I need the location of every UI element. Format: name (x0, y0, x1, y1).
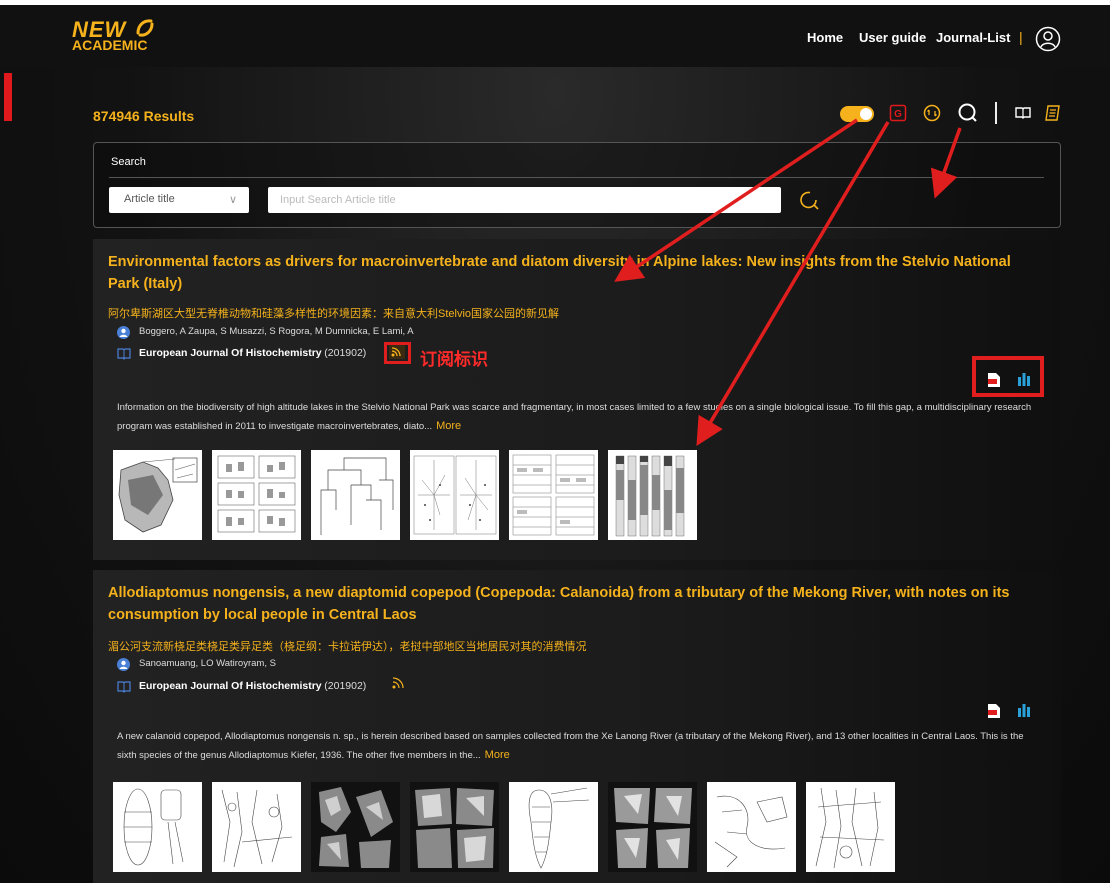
article-title-cn[interactable]: 湄公河支流新桡足类桡足类异足类（桡足纲：卡拉诺伊达），老挝中部地区当地居民对其的… (108, 638, 587, 654)
search-field-selected: Article title (124, 193, 175, 205)
figure-thumbnail[interactable] (806, 782, 895, 872)
more-link[interactable]: More (485, 749, 510, 761)
book-icon[interactable] (1014, 104, 1032, 122)
journal-book-icon (117, 681, 131, 693)
article-journal: European Journal Of Histochemistry (2019… (117, 680, 417, 696)
abstract-text: Information on the biodiversity of high … (117, 402, 1032, 432)
annotation-label: 订阅标识 (420, 350, 488, 369)
figure-thumbnail[interactable] (410, 782, 499, 872)
article-authors: Boggero, A Zaupa, S Musazzi, S Rogora, M… (117, 326, 617, 340)
publish-year: (201902) (324, 680, 367, 692)
article-actions (979, 701, 1039, 721)
article-card: Allodiaptomus nongensis, a new diaptomid… (93, 570, 1061, 883)
user-account-icon[interactable] (1035, 26, 1061, 52)
authors-text: Sanoamuang, LO Watiroyram, S (139, 658, 276, 669)
top-navigation-bar: NEW ACADEMIC Home User guide Journal-Lis… (0, 5, 1110, 67)
figure-thumbnails (113, 782, 913, 872)
article-title[interactable]: Allodiaptomus nongensis, a new diaptomid… (108, 582, 1038, 626)
more-link[interactable]: More (436, 420, 461, 432)
publish-year: (201902) (324, 347, 367, 359)
author-icon (117, 658, 130, 671)
nav-user-guide-link[interactable]: User guide (859, 30, 926, 45)
article-title[interactable]: Environmental factors as drivers for mac… (108, 251, 1038, 295)
figure-thumbnail[interactable] (311, 450, 400, 540)
view-toggle-switch[interactable] (840, 106, 874, 122)
annotation-box-actions (972, 356, 1044, 397)
brand-swirl-icon (136, 19, 154, 37)
article-card: Environmental factors as drivers for mac… (93, 239, 1061, 560)
figure-thumbnail[interactable] (509, 782, 598, 872)
article-journal: European Journal Of Histochemistry (2019… (117, 347, 417, 363)
abstract-text: A new calanoid copepod, Allodiaptomus no… (117, 731, 1024, 761)
results-count: 874946 Results (93, 108, 195, 124)
figure-thumbnail[interactable] (608, 450, 697, 540)
annotation-box-rss (384, 342, 411, 364)
app-frame: NEW ACADEMIC Home User guide Journal-Lis… (0, 5, 1110, 883)
search-field-select[interactable]: Article title ∨ (109, 187, 249, 213)
figure-thumbnail[interactable] (410, 450, 499, 540)
article-abstract: A new calanoid copepod, Allodiaptomus no… (117, 727, 1037, 765)
figure-thumbnail[interactable] (509, 450, 598, 540)
document-list-icon[interactable] (1044, 104, 1062, 122)
journal-name[interactable]: European Journal Of Histochemistry (139, 680, 322, 692)
rss-subscribe-icon[interactable] (391, 676, 405, 690)
toolbar-separator (995, 102, 997, 124)
authors-text: Boggero, A Zaupa, S Musazzi, S Rogora, M… (139, 326, 414, 337)
svg-text:G: G (894, 109, 902, 120)
search-submit-icon[interactable] (797, 188, 821, 212)
article-abstract: Information on the biodiversity of high … (117, 398, 1037, 436)
brand-line2: ACADEMIC (72, 37, 148, 53)
search-label: Search (111, 156, 146, 168)
author-icon (117, 326, 130, 339)
figure-thumbnail[interactable] (707, 782, 796, 872)
figure-thumbnail[interactable] (113, 782, 202, 872)
figure-thumbnail[interactable] (113, 450, 202, 540)
google-scholar-icon[interactable]: G (889, 104, 907, 122)
statistics-icon[interactable] (1017, 703, 1031, 717)
figure-thumbnail[interactable] (212, 782, 301, 872)
brand-logo[interactable]: NEW ACADEMIC (72, 15, 172, 59)
chevron-down-icon: ∨ (228, 194, 237, 206)
article-authors: Sanoamuang, LO Watiroyram, S (117, 658, 517, 672)
nav-separator: | (1019, 29, 1023, 45)
figure-thumbnail[interactable] (608, 782, 697, 872)
figure-thumbnails (113, 450, 713, 540)
journal-book-icon (117, 348, 131, 360)
open-access-icon[interactable] (923, 104, 941, 122)
nav-home-link[interactable]: Home (807, 30, 843, 45)
article-title-cn[interactable]: 阿尔卑斯湖区大型无脊椎动物和硅藻多样性的环境因素：来自意大利Stelvio国家公… (108, 305, 559, 321)
search-input[interactable] (268, 187, 781, 213)
search-divider (109, 177, 1044, 178)
figure-thumbnail[interactable] (311, 782, 400, 872)
side-accent-bar (4, 73, 12, 121)
pdf-download-icon[interactable] (987, 703, 1001, 719)
journal-name[interactable]: European Journal Of Histochemistry (139, 347, 322, 359)
figure-thumbnail[interactable] (212, 450, 301, 540)
search-toggle-icon[interactable] (957, 102, 979, 124)
nav-journal-list-link[interactable]: Journal-List (936, 30, 1010, 45)
search-panel: Search Article title ∨ (93, 142, 1061, 228)
